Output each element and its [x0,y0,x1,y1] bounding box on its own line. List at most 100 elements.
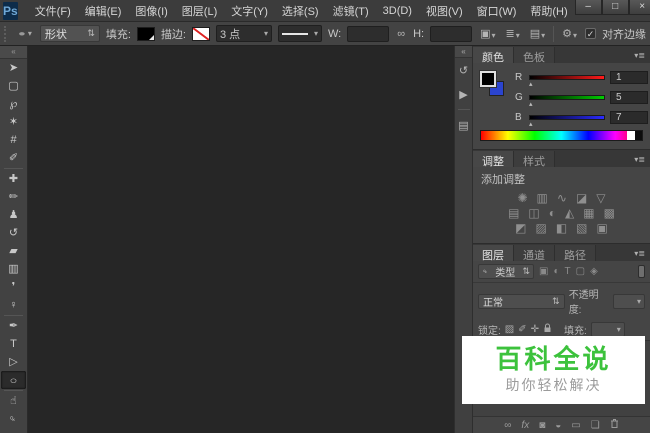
menu-image[interactable]: 图像(I) [128,0,174,22]
menu-edit[interactable]: 编辑(E) [78,0,129,22]
lock-image-pixels-icon[interactable]: ✐ [518,324,526,335]
clone-stamp-tool[interactable]: ♟ [0,206,27,224]
canvas-area[interactable] [28,46,454,433]
panel-menu-icon[interactable]: ▾≣ [629,249,650,261]
move-tool[interactable]: ➤ [0,59,27,77]
dodge-tool[interactable]: ♀ [0,296,27,314]
menu-select[interactable]: 选择(S) [275,0,326,22]
hand-tool[interactable]: ☝ [0,392,27,410]
magic-wand-tool[interactable]: ✶ [0,113,27,131]
channel-mixer-icon[interactable]: ▦ [583,207,594,219]
invert-icon[interactable]: ◩ [515,222,526,234]
menu-view[interactable]: 视图(V) [419,0,470,22]
maximize-button[interactable]: □ [601,0,629,15]
align-edges-checkbox[interactable]: ✓ [585,28,597,39]
threshold-icon[interactable]: ◧ [556,222,567,234]
stroke-swatch[interactable] [192,26,210,41]
red-channel-slider[interactable] [529,74,605,88]
height-input[interactable] [430,25,473,42]
foreground-color-swatch[interactable] [479,70,497,88]
pixel-layer-filter-icon[interactable]: ▣ [539,266,548,277]
tab-adjustments[interactable]: 调整 [473,151,514,168]
shape-settings-button[interactable]: ⚙ ▾ [560,26,579,41]
menu-filter[interactable]: 滤镜(T) [326,0,376,22]
history-panel-button[interactable]: ↺ [455,58,472,82]
type-layer-filter-icon[interactable]: T [565,266,571,277]
link-layers-button[interactable]: ∞ [504,420,511,431]
actions-panel-button[interactable]: ▶ [455,82,472,106]
dock-expand-button[interactable]: « [455,46,472,58]
type-tool[interactable]: T [0,335,27,353]
green-channel-value[interactable]: 5 [610,90,648,104]
menu-3d[interactable]: 3D(D) [376,2,419,20]
options-bar-grip[interactable] [4,25,8,42]
panel-menu-icon[interactable]: ▾≣ [629,51,650,63]
layer-fill-select[interactable]: ▾ [590,322,625,337]
delete-layer-button[interactable] [610,418,619,432]
new-group-button[interactable]: ▭ [571,420,580,431]
green-channel-slider[interactable] [529,94,605,108]
tab-layers[interactable]: 图层 [473,245,514,262]
rectangular-marquee-tool[interactable]: ▢ [0,77,27,95]
menu-type[interactable]: 文字(Y) [224,0,275,22]
tool-mode-select[interactable]: 形状 ⇅ [39,25,100,42]
hue-saturation-icon[interactable]: ▤ [508,207,519,219]
path-alignment-button[interactable]: ≣ ▾ [504,26,522,41]
crop-tool[interactable]: # [0,131,27,149]
vibrance-icon[interactable]: ▽ [596,192,605,204]
levels-icon[interactable]: ▥ [537,192,548,204]
lock-position-icon[interactable]: ✛ [531,324,539,335]
tab-channels[interactable]: 通道 [514,245,555,262]
stroke-style-select[interactable]: ▾ [278,25,322,42]
blur-tool[interactable]: ❜ [0,278,27,296]
blend-mode-select[interactable]: 正常 ⇅ [478,293,565,309]
layer-filter-toggle[interactable] [638,265,645,278]
selective-color-icon[interactable]: ▣ [597,222,608,234]
color-spectrum-ramp[interactable] [480,130,643,141]
gradient-map-icon[interactable]: ▧ [576,222,587,234]
tool-preset-picker[interactable]: ● ▾ [16,25,34,42]
red-channel-value[interactable]: 1 [610,70,648,84]
menu-window[interactable]: 窗口(W) [470,0,524,22]
exposure-icon[interactable]: ◪ [576,192,587,204]
layer-style-button[interactable]: fx [521,420,529,431]
close-button[interactable]: × [628,0,650,15]
stroke-width-input[interactable]: 3 点 ▾ [216,25,272,42]
gradient-tool[interactable]: ▥ [0,260,27,278]
spot-healing-brush-tool[interactable]: ✚ [0,170,27,188]
photo-filter-icon[interactable]: ◭ [565,207,574,219]
eraser-tool[interactable]: ▰ [0,242,27,260]
fill-swatch[interactable] [136,26,155,41]
spectrum-white-swatch[interactable] [627,131,635,140]
pen-tool[interactable]: ✒ [0,317,27,335]
tab-styles[interactable]: 样式 [514,151,555,168]
eyedropper-tool[interactable]: ✐ [0,149,27,167]
layer-filter-type-select[interactable]: ♀ 类型 ⇅ [478,264,534,279]
lock-all-icon[interactable] [543,323,552,336]
color-lookup-icon[interactable]: ▩ [604,207,615,219]
tab-paths[interactable]: 路径 [555,245,596,262]
panel-menu-icon[interactable]: ▾≣ [629,155,650,167]
link-dimensions-icon[interactable]: ∞ [395,27,407,41]
lock-transparent-pixels-icon[interactable]: ▨ [505,324,514,335]
posterize-icon[interactable]: ▨ [535,222,546,234]
adjustment-layer-filter-icon[interactable]: ◐ [553,266,559,277]
menu-layer[interactable]: 图层(L) [175,0,224,22]
tab-swatches[interactable]: 色板 [514,47,555,64]
toolbar-collapse-button[interactable]: « [0,46,27,59]
opacity-select[interactable]: ▾ [612,293,645,309]
ellipse-tool[interactable]: ○ [1,371,26,389]
brush-tool[interactable]: ✏ [0,188,27,206]
blue-channel-slider[interactable] [529,114,605,128]
minimize-button[interactable]: – [574,0,602,15]
new-adjustment-layer-button[interactable]: ◒ [555,420,561,431]
history-brush-tool[interactable]: ↺ [0,224,27,242]
menu-help[interactable]: 帮助(H) [523,0,574,22]
color-balance-icon[interactable]: ◫ [528,207,539,219]
lasso-tool[interactable]: ℘ [0,95,27,113]
tab-color[interactable]: 颜色 [473,47,514,64]
black-white-icon[interactable]: ◐ [549,207,556,219]
new-layer-button[interactable]: ❏ [591,420,600,431]
spectrum-black-swatch[interactable] [635,131,642,140]
curves-icon[interactable]: ∿ [557,192,567,204]
